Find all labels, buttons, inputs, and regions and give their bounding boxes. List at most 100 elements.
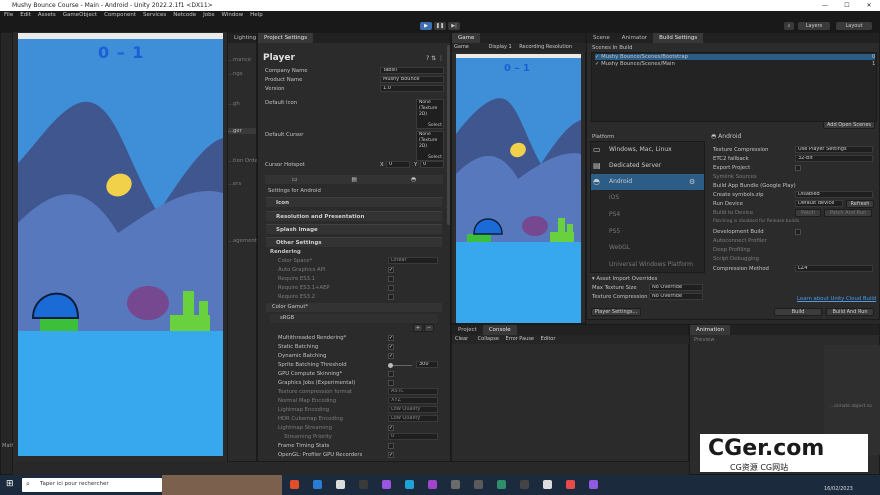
max-tex-dropdown[interactable]: No Override [649, 284, 703, 291]
visual-studio-icon[interactable] [589, 480, 598, 489]
menu-netcode[interactable]: Netcode [173, 11, 196, 20]
lightmap-encoding-dropdown[interactable]: Low Quality [388, 406, 438, 413]
player-settings-button[interactable]: Player Settings... [591, 308, 641, 316]
static-batching-checkbox[interactable]: ✓ [388, 344, 394, 350]
lightmap-streaming-checkbox[interactable]: ✓ [388, 425, 394, 431]
cursor-select-button[interactable]: Select [428, 155, 442, 160]
pause-button[interactable]: ❚❚ [434, 22, 446, 30]
menu-edit[interactable]: Edit [20, 11, 31, 20]
close-button[interactable]: ✕ [858, 0, 880, 11]
preview-toggle[interactable]: Preview [694, 337, 715, 343]
search-icon[interactable]: ⌕ [784, 22, 794, 30]
tab-build-settings[interactable]: Build Settings [653, 33, 704, 43]
app-icon[interactable] [474, 480, 483, 489]
tab-project[interactable]: Project [452, 325, 483, 335]
android-icon[interactable]: ◓ [411, 175, 416, 184]
refresh-button[interactable]: Refresh [846, 200, 874, 208]
app-icon[interactable] [359, 480, 368, 489]
app-icon[interactable] [566, 480, 575, 489]
patch-and-run-button[interactable]: Patch And Run [824, 209, 872, 217]
tex-comp-dropdown[interactable]: Use Player Settings [795, 146, 873, 153]
section-other-settings[interactable]: Other Settings [266, 237, 442, 247]
editor-dropdown[interactable]: Editor [541, 336, 556, 342]
dynamic-batching-checkbox[interactable]: ✓ [388, 353, 394, 359]
add-open-scenes-button[interactable]: Add Open Scenes [823, 121, 875, 129]
category-item-selected[interactable]: ...ger [228, 128, 256, 134]
menu-gameobject[interactable]: GameObject [63, 11, 97, 20]
server-icon[interactable]: ▤ [351, 175, 357, 184]
minimize-button[interactable]: — [814, 0, 836, 11]
gpu-skinning-checkbox[interactable] [388, 371, 394, 377]
play-button[interactable]: ▶ [420, 22, 432, 30]
threshold-slider-handle[interactable] [388, 363, 393, 368]
monitor-icon[interactable]: ▭ [292, 175, 298, 184]
icon-select-button[interactable]: Select [428, 123, 442, 128]
taskbar-search-box[interactable]: ⌕ Taper ici pour rechercher [22, 478, 162, 492]
import-overrides-header[interactable]: ▾ Asset Import Overrides [592, 276, 657, 282]
display-dropdown[interactable]: Display 1 [488, 44, 511, 50]
windows-start-icon[interactable]: ⊞ [6, 480, 14, 489]
require-es32-checkbox[interactable] [388, 294, 394, 300]
symbols-dropdown[interactable]: Disabled [795, 191, 873, 198]
company-field[interactable]: Tabsil [380, 67, 444, 74]
explorer-icon[interactable] [313, 480, 322, 489]
scene-row[interactable]: ✓ Mushy Bounce/Scenes/Main [595, 61, 675, 67]
product-field[interactable]: Mushy Bounce [380, 76, 444, 83]
section-resolution[interactable]: Resolution and Presentation [266, 211, 442, 221]
taskbar-weather-widget[interactable] [162, 475, 282, 495]
build-button[interactable]: Build [774, 308, 822, 316]
platform-windows[interactable]: Windows, Mac, Linux [591, 142, 704, 158]
dev-build-checkbox[interactable] [795, 229, 801, 235]
etc2-dropdown[interactable]: 32-bit [795, 155, 873, 162]
platform-uwp[interactable]: Universal Windows Platform [591, 257, 704, 273]
scene-row[interactable]: ✓ Mushy Bounce/Scenes/Bootstrap [595, 54, 875, 60]
auto-graphics-checkbox[interactable]: ✓ [388, 267, 394, 273]
brave-icon[interactable] [290, 480, 299, 489]
section-icon[interactable]: Icon [266, 197, 442, 207]
require-es31-checkbox[interactable] [388, 276, 394, 282]
app-icon[interactable] [451, 480, 460, 489]
app-icon[interactable] [382, 480, 391, 489]
hotspot-y-field[interactable]: 0 [420, 161, 444, 168]
headset-icon[interactable] [428, 480, 437, 489]
menu-help[interactable]: Help [250, 11, 263, 20]
threshold-field[interactable]: 300 [416, 361, 438, 368]
patch-button[interactable]: Patch [795, 209, 821, 217]
run-device-dropdown[interactable]: Default device [795, 200, 843, 207]
clear-button[interactable]: Clear [455, 336, 468, 342]
texture-format-dropdown[interactable]: ASTC [388, 388, 438, 395]
cloud-build-link[interactable]: Learn about Unity Cloud Build [797, 296, 876, 302]
app-icon[interactable] [405, 480, 414, 489]
app-icon[interactable] [497, 480, 506, 489]
menu-jobs[interactable]: Jobs [203, 11, 214, 20]
maximize-button[interactable]: ☐ [836, 0, 858, 11]
tab-animator[interactable]: Animator [616, 33, 653, 43]
error-pause-button[interactable]: Error Pause [506, 336, 534, 342]
game-mode-dropdown[interactable]: Game [454, 44, 469, 50]
step-button[interactable]: ▶| [448, 22, 460, 30]
category-item[interactable]: ...mance [228, 57, 251, 63]
platform-webgl[interactable]: WebGL [591, 240, 704, 256]
frame-timing-checkbox[interactable] [388, 443, 394, 449]
tab-console[interactable]: Console [482, 325, 517, 335]
layers-dropdown[interactable]: Layers [798, 22, 830, 30]
graphics-jobs-checkbox[interactable] [388, 380, 394, 386]
app-icon[interactable] [520, 480, 529, 489]
category-item[interactable]: ...gh [228, 101, 240, 107]
category-item[interactable]: ...ers [228, 181, 241, 187]
menu-window[interactable]: Window [221, 11, 243, 20]
gpu-recorders-checkbox[interactable]: ✓ [388, 452, 394, 458]
unity-hub-icon[interactable] [336, 480, 345, 489]
platform-ios[interactable]: iOS [591, 190, 704, 206]
srgb-item[interactable]: sRGB [270, 314, 438, 323]
platform-android[interactable]: Android [591, 174, 704, 190]
tab-game[interactable]: Game [452, 33, 481, 43]
streaming-priority-field[interactable]: 0 [388, 433, 438, 440]
resolution-dropdown[interactable]: Recording Resolution [519, 44, 572, 50]
menu-services[interactable]: Services [143, 11, 166, 20]
add-gamut-button[interactable]: + [413, 324, 423, 332]
compression-dropdown[interactable]: LZ4 [795, 265, 873, 272]
tab-project-settings[interactable]: Project Settings [258, 33, 314, 43]
section-splash[interactable]: Splash Image [266, 224, 442, 234]
layout-dropdown[interactable]: Layout [836, 22, 872, 30]
